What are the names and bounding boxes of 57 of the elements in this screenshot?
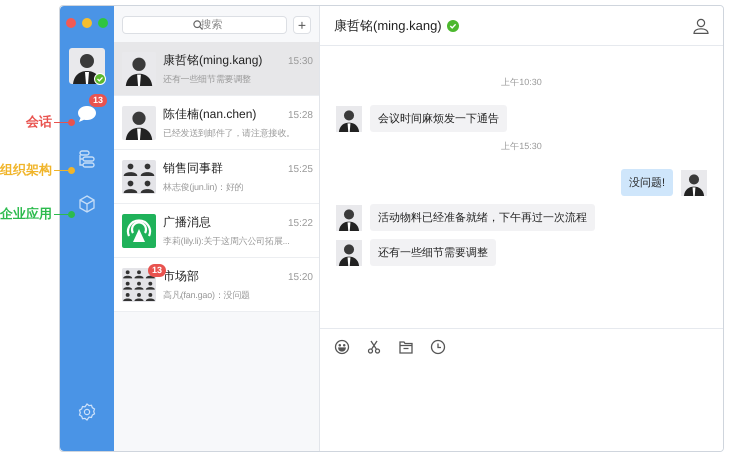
- maximize-button[interactable]: [98, 18, 108, 28]
- callout-label: 会话: [24, 113, 52, 131]
- message-time: 15:28: [288, 110, 313, 121]
- message-bubble: 会议时间麻烦发一下通告: [370, 105, 507, 132]
- folder-icon[interactable]: [398, 339, 414, 355]
- unread-badge: 13: [148, 264, 166, 276]
- message-preview: 还有一些细节需要调整: [163, 73, 252, 85]
- group-avatar-placeholder: [122, 160, 156, 194]
- org-chart-icon: [77, 149, 97, 169]
- avatar-placeholder: [336, 106, 362, 132]
- timestamp: 上午15:30: [501, 140, 542, 153]
- conversation-item[interactable]: 康哲铭(ming.kang) 15:30 还有一些细节需要调整: [114, 42, 319, 96]
- contact-name: 市场部: [163, 268, 199, 285]
- add-button[interactable]: +: [293, 16, 311, 34]
- contact-name: 康哲铭(ming.kang): [163, 52, 262, 69]
- conversation-item[interactable]: 广播消息 15:22 李莉(lily.li):关于这周六公司拓展...: [114, 204, 319, 258]
- message-bubble: 还有一些细节需要调整: [370, 239, 496, 266]
- avatar-placeholder: [336, 240, 362, 266]
- leader-line: [52, 166, 75, 174]
- user-profile-icon[interactable]: [693, 18, 709, 34]
- message-bubble: 没问题!: [620, 169, 673, 196]
- settings-icon[interactable]: [77, 402, 97, 422]
- message-time: 15:22: [288, 218, 313, 229]
- message-preview: 已经发送到邮件了，请注意接收。: [163, 127, 296, 139]
- search-field[interactable]: 搜索: [122, 16, 287, 34]
- scissors-icon[interactable]: [366, 339, 382, 355]
- avatar-placeholder: [336, 204, 362, 230]
- message-time: 15:25: [288, 164, 313, 175]
- chat-title: 康哲铭(ming.kang): [334, 16, 442, 34]
- callout-label: 企业应用: [0, 205, 52, 223]
- message-preview: 李莉(lily.li):关于这周六公司拓展...: [163, 235, 291, 247]
- contact-name: 广播消息: [163, 214, 211, 231]
- timestamp: 上午10:30: [501, 76, 542, 89]
- conversation-item[interactable]: 陈佳楠(nan.chen) 15:28 已经发送到邮件了，请注意接收。: [114, 96, 319, 150]
- message-bubble: 活动物料已经准备就绪，下午再过一次流程: [370, 204, 595, 231]
- avatar-placeholder: [681, 170, 707, 196]
- message-time: 15:30: [288, 56, 313, 67]
- callout-label: 组织架构: [0, 161, 52, 179]
- emoji-icon[interactable]: [334, 339, 350, 355]
- clock-icon[interactable]: [430, 339, 446, 355]
- message-time: 15:20: [288, 272, 313, 283]
- close-button[interactable]: [66, 18, 76, 28]
- contact-name: 销售同事群: [163, 160, 223, 177]
- search-icon: [192, 20, 202, 30]
- contact-name: 陈佳楠(nan.chen): [163, 106, 256, 123]
- cube-icon: [77, 194, 97, 214]
- conversation-item[interactable]: 销售同事群 15:25 林志俊(jun.lin)：好的: [114, 150, 319, 204]
- message-preview: 林志俊(jun.lin)：好的: [163, 181, 245, 193]
- leader-line: [52, 118, 75, 126]
- minimize-button[interactable]: [82, 18, 92, 28]
- leader-line: [52, 210, 75, 218]
- profile-photo-placeholder: [69, 48, 105, 84]
- message-preview: 高凡(fan.gao)：没问题: [163, 289, 252, 301]
- chat-bubble-icon: [76, 104, 98, 124]
- unread-badge: 13: [88, 94, 107, 107]
- broadcast-icon: [122, 214, 156, 248]
- avatar-placeholder: [122, 106, 156, 140]
